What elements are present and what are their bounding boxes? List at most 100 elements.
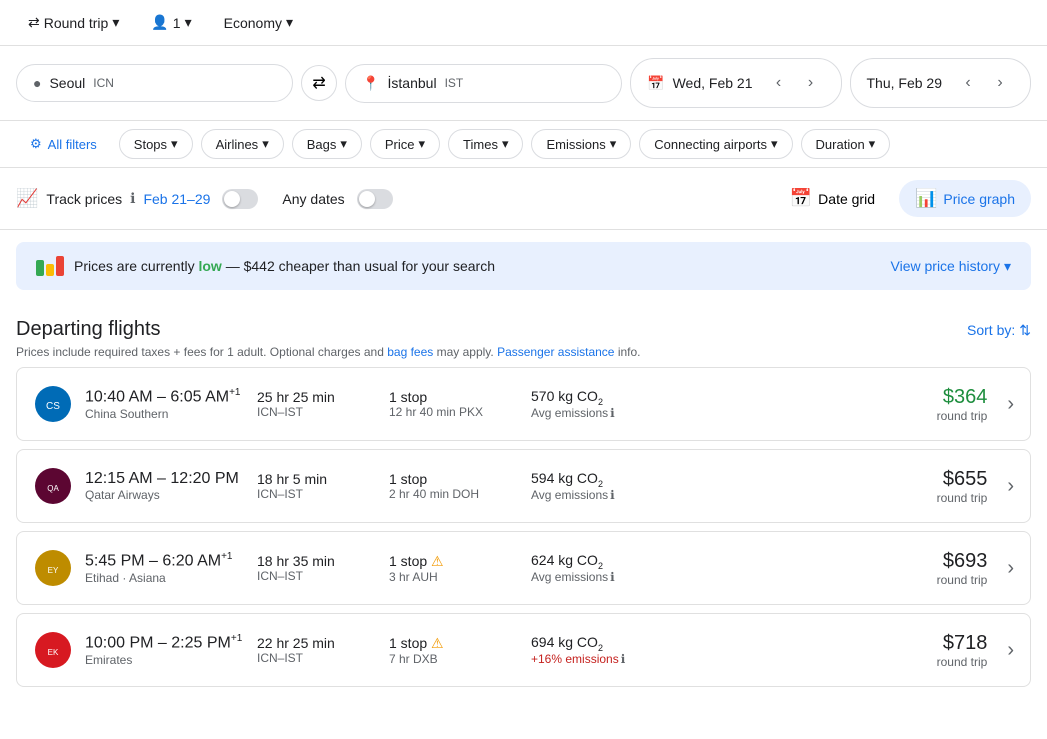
track-dates[interactable]: Feb 21–29 — [143, 191, 210, 207]
flights-section: Departing flights Sort by: ⇅ Prices incl… — [0, 302, 1047, 687]
depart-date: Wed, Feb 21 — [673, 75, 753, 91]
calendar-icon: 📅 — [647, 75, 664, 92]
return-prev-button[interactable]: ‹ — [954, 69, 982, 97]
price-value: $693 — [937, 550, 988, 573]
via-value: 3 hr AUH — [389, 570, 519, 584]
emissions-info-icon[interactable]: ℹ — [621, 652, 626, 666]
flight-time-range: 10:00 PM – 2:25 PM+1 — [85, 633, 245, 652]
depart-next-button[interactable]: › — [797, 69, 825, 97]
all-filters-button[interactable]: ⚙ All filters — [16, 130, 111, 158]
return-date-nav: ‹ › — [954, 69, 1014, 97]
svg-text:EK: EK — [48, 648, 59, 657]
passengers-chevron: ▾ — [185, 14, 192, 31]
sort-by-button[interactable]: Sort by: ⇅ — [967, 322, 1031, 339]
duration-chevron: ▾ — [869, 136, 876, 152]
expand-icon[interactable]: › — [1007, 639, 1014, 662]
connecting-airports-chevron: ▾ — [771, 136, 778, 152]
flight-price: $693 round trip — [937, 550, 988, 587]
flight-emissions: 694 kg CO2 +16% emissions ℹ — [531, 634, 661, 667]
price-graph-icon: 📊 — [915, 188, 937, 209]
origin-code: ICN — [93, 76, 114, 90]
depart-date-button[interactable]: 📅 Wed, Feb 21 ‹ › — [630, 58, 841, 108]
departing-flights-title: Departing flights — [16, 318, 161, 341]
flight-price: $655 round trip — [937, 468, 988, 505]
duration-label: Duration — [816, 137, 865, 152]
flight-route: ICN–IST — [257, 569, 377, 583]
flight-time: 5:45 PM – 6:20 AM+1 Etihad · Asiana — [85, 551, 245, 584]
all-filters-label: All filters — [48, 137, 97, 152]
flight-row[interactable]: EY 5:45 PM – 6:20 AM+1 Etihad · Asiana 1… — [16, 531, 1031, 605]
return-next-button[interactable]: › — [986, 69, 1014, 97]
track-info-icon[interactable]: ℹ — [130, 190, 135, 207]
bags-filter-button[interactable]: Bags ▾ — [292, 129, 362, 159]
airlines-chevron: ▾ — [262, 136, 269, 152]
passengers-button[interactable]: 👤 1 ▾ — [139, 8, 203, 37]
price-graph-button[interactable]: 📊 Price graph — [899, 180, 1031, 217]
sort-by-label: Sort by: — [967, 322, 1015, 338]
flight-stops: 1 stop ⚠ 7 hr DXB — [389, 635, 519, 666]
svg-text:QA: QA — [47, 484, 59, 493]
trip-type-button[interactable]: ⇄ Round trip ▾ — [16, 8, 131, 37]
airlines-filter-button[interactable]: Airlines ▾ — [201, 129, 284, 159]
flight-duration: 22 hr 25 min ICN–IST — [257, 635, 377, 665]
co2-value: 570 kg CO2 — [531, 388, 661, 407]
emissions-label: Emissions — [546, 137, 605, 152]
stops-filter-button[interactable]: Stops ▾ — [119, 129, 193, 159]
date-grid-button[interactable]: 📅 Date grid — [774, 180, 891, 217]
emissions-info-icon[interactable]: ℹ — [610, 406, 615, 420]
expand-icon[interactable]: › — [1007, 557, 1014, 580]
duration-filter-button[interactable]: Duration ▾ — [801, 129, 891, 159]
airline-name: Qatar Airways — [85, 488, 245, 502]
destination-input[interactable]: 📍 İstanbul IST — [345, 64, 622, 103]
emissions-info-icon[interactable]: ℹ — [610, 488, 615, 502]
origin-circle-icon: ● — [33, 75, 41, 91]
warning-icon: ⚠ — [431, 635, 444, 651]
co2-value: 624 kg CO2 — [531, 552, 661, 571]
price-chevron: ▾ — [419, 136, 426, 152]
passengers-count: 1 — [173, 15, 181, 31]
emissions-filter-button[interactable]: Emissions ▾ — [531, 129, 631, 159]
class-chevron: ▾ — [286, 14, 293, 31]
swap-button[interactable]: ⇄ — [301, 65, 337, 101]
times-filter-button[interactable]: Times ▾ — [448, 129, 523, 159]
passenger-assistance-link[interactable]: Passenger assistance — [497, 345, 614, 359]
flight-row[interactable]: CS 10:40 AM – 6:05 AM+1 China Southern 2… — [16, 367, 1031, 441]
date-grid-label: Date grid — [818, 191, 875, 207]
connecting-airports-filter-button[interactable]: Connecting airports ▾ — [639, 129, 792, 159]
emissions-info-icon[interactable]: ℹ — [610, 570, 615, 584]
track-left-section: 📈 Track prices ℹ Feb 21–29 Any dates — [16, 188, 393, 209]
price-type: round trip — [937, 573, 988, 587]
any-dates-toggle[interactable] — [357, 189, 393, 209]
price-value: $655 — [937, 468, 988, 491]
depart-prev-button[interactable]: ‹ — [765, 69, 793, 97]
stops-value: 1 stop ⚠ — [389, 635, 519, 652]
expand-icon[interactable]: › — [1007, 475, 1014, 498]
expand-icon[interactable]: › — [1007, 393, 1014, 416]
flight-list: CS 10:40 AM – 6:05 AM+1 China Southern 2… — [16, 367, 1031, 687]
emissions-avg: Avg emissions ℹ — [531, 570, 661, 584]
flight-row[interactable]: QA 12:15 AM – 12:20 PM Qatar Airways 18 … — [16, 449, 1031, 523]
view-price-history-button[interactable]: View price history ▾ — [891, 258, 1011, 275]
connecting-airports-label: Connecting airports — [654, 137, 767, 152]
flight-duration: 25 hr 25 min ICN–IST — [257, 389, 377, 419]
trip-type-chevron: ▾ — [112, 14, 119, 31]
bag-fees-link[interactable]: bag fees — [387, 345, 433, 359]
airline-name: Emirates — [85, 653, 245, 667]
any-dates-label: Any dates — [282, 191, 344, 207]
flight-duration: 18 hr 35 min ICN–IST — [257, 553, 377, 583]
flight-row[interactable]: EK 10:00 PM – 2:25 PM+1 Emirates 22 hr 2… — [16, 613, 1031, 687]
track-right-section: 📅 Date grid 📊 Price graph — [774, 180, 1031, 217]
flight-emissions: 570 kg CO2 Avg emissions ℹ — [531, 388, 661, 421]
destination-city: İstanbul — [388, 75, 437, 91]
price-text-before: Prices are currently — [74, 258, 198, 274]
price-bar-green — [36, 260, 44, 276]
price-value: $718 — [937, 632, 988, 655]
airlines-label: Airlines — [216, 137, 259, 152]
class-label: Economy — [224, 15, 282, 31]
origin-input[interactable]: ● Seoul ICN — [16, 64, 293, 102]
return-date-button[interactable]: Thu, Feb 29 ‹ › — [850, 58, 1032, 108]
track-toggle[interactable] — [222, 189, 258, 209]
price-filter-button[interactable]: Price ▾ — [370, 129, 440, 159]
destination-code: IST — [445, 76, 464, 90]
class-button[interactable]: Economy ▾ — [212, 8, 305, 37]
